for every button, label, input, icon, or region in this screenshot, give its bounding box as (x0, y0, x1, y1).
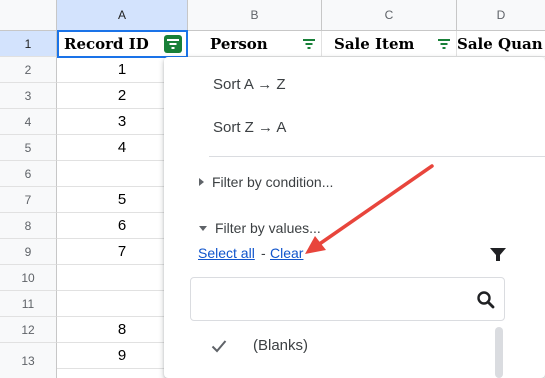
row-header-8[interactable]: 8 (0, 213, 57, 239)
menu-divider (209, 156, 545, 157)
filter-by-condition-label: Filter by condition... (212, 174, 334, 190)
filter-by-values-label: Filter by values... (215, 220, 321, 236)
row-header-1[interactable]: 1 (0, 31, 57, 57)
row-header-9[interactable]: 9 (0, 239, 57, 265)
value-option-label: (Blanks) (253, 337, 309, 354)
check-icon[interactable] (211, 339, 227, 353)
clear-link[interactable]: Clear (270, 245, 303, 261)
column-header-a[interactable]: A (57, 0, 188, 31)
sort-a-to-z[interactable]: Sort A → Z (213, 76, 286, 93)
link-separator: - (261, 245, 266, 261)
row-header-6[interactable]: 6 (0, 161, 57, 187)
select-all-corner[interactable] (0, 0, 57, 31)
row-header-13[interactable]: 13 (0, 343, 57, 378)
header-text-record-id: Record ID (64, 34, 149, 53)
search-icon (477, 291, 495, 309)
column-header-d[interactable]: D (457, 0, 545, 31)
value-option-blanks[interactable]: (Blanks) (253, 337, 308, 354)
column-header-c[interactable]: C (322, 0, 457, 31)
expand-right-icon (199, 178, 204, 186)
filter-by-values-toggle[interactable]: Filter by values... (199, 220, 321, 236)
header-text-person: Person (210, 34, 268, 53)
header-text-sale-quantity: Sale Quan (457, 34, 543, 53)
filter-lines-icon (167, 39, 179, 49)
row-header-2[interactable]: 2 (0, 57, 57, 83)
row-header-11[interactable]: 11 (0, 291, 57, 317)
values-search-input[interactable] (190, 277, 505, 321)
header-text-sale-item: Sale Item (334, 34, 415, 53)
filter-button-sale-item[interactable] (435, 35, 453, 53)
values-scrollbar[interactable] (495, 327, 503, 378)
filter-button-person[interactable] (300, 35, 318, 53)
header-cell-sale-quantity[interactable]: Sale Quan (457, 31, 545, 57)
select-all-link[interactable]: Select all (198, 245, 255, 261)
filter-button-record-id[interactable] (164, 35, 182, 53)
row-header-10[interactable]: 10 (0, 265, 57, 291)
row-header-5[interactable]: 5 (0, 135, 57, 161)
row-header-12[interactable]: 12 (0, 317, 57, 343)
collapse-down-icon (199, 225, 207, 231)
filter-lines-icon (438, 39, 450, 49)
row-header-3[interactable]: 3 (0, 83, 57, 109)
row-header-4[interactable]: 4 (0, 109, 57, 135)
filter-by-condition-toggle[interactable]: Filter by condition... (199, 174, 333, 190)
row-header-7[interactable]: 7 (0, 187, 57, 213)
column-header-b[interactable]: B (188, 0, 322, 31)
spreadsheet-grid: A B C D 1 2 3 4 5 6 7 8 9 10 11 12 13 Re… (0, 0, 545, 378)
filter-lines-icon (303, 39, 315, 49)
filter-menu: Sort A → Z Sort Z → A Filter by conditio… (164, 57, 545, 378)
sort-z-to-a[interactable]: Sort Z → A (213, 119, 286, 136)
filter-funnel-icon[interactable] (489, 247, 507, 268)
